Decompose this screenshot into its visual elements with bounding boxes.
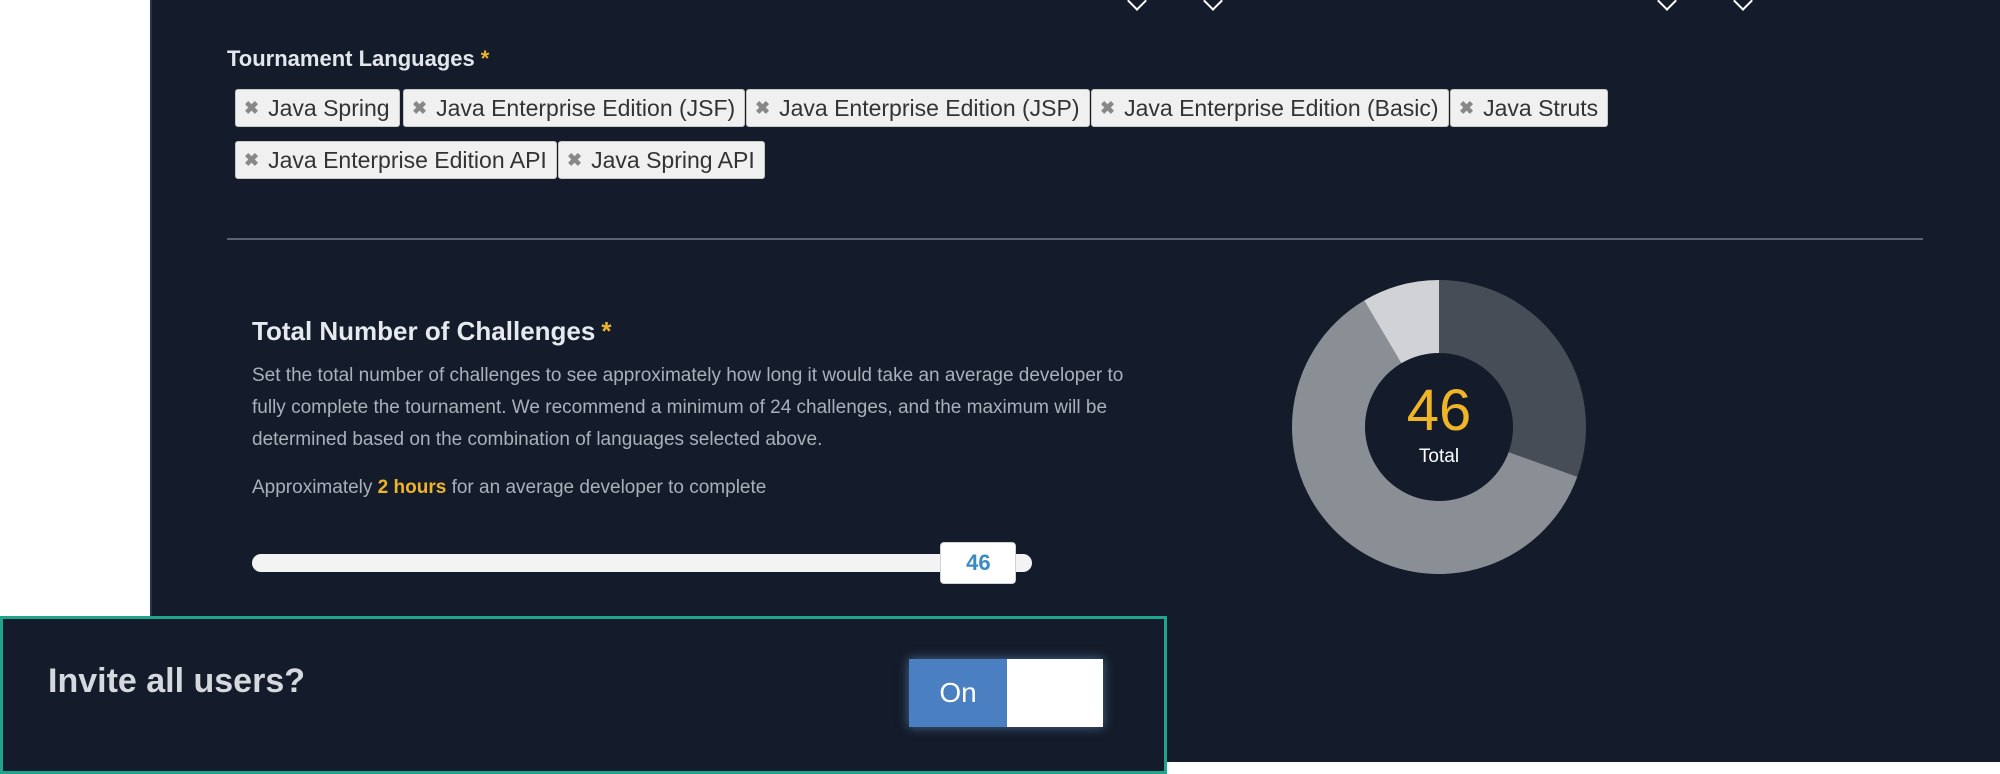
donut-center-value: 46 [1406,378,1472,443]
challenges-slider-track[interactable] [252,554,1032,572]
language-tag[interactable]: ✖ Java Enterprise Edition API [235,141,557,179]
remove-icon[interactable]: ✖ [567,150,582,171]
remove-icon[interactable]: ✖ [244,98,259,119]
chevron-down-icon[interactable] [1203,0,1223,11]
language-tag-label: Java Enterprise Edition (JSF) [436,94,736,121]
estimate-duration: 2 hours [377,477,447,498]
estimate-prefix: Approximately [252,477,373,498]
toggle-off-side[interactable] [1007,659,1103,727]
language-tag[interactable]: ✖ Java Enterprise Edition (Basic) [1091,89,1449,127]
language-tag-label: Java Struts [1483,94,1599,121]
section-divider [227,238,1923,240]
donut-center-label: Total [1418,446,1460,467]
languages-label: Tournament Languages * [227,46,489,72]
challenges-title: Total Number of Challenges * [252,316,611,347]
invite-users-toggle[interactable]: On [909,659,1103,727]
language-tag-label: Java Spring API [591,146,755,173]
challenges-description: Set the total number of challenges to se… [252,365,1124,450]
required-asterisk: * [601,316,612,346]
language-tag-label: Java Spring [268,94,390,121]
remove-icon[interactable]: ✖ [1459,98,1474,119]
invite-users-label: Invite all users? [48,662,305,700]
languages-label-text: Tournament Languages [227,46,475,71]
language-tag[interactable]: ✖ Java Enterprise Edition (JSF) [403,89,746,127]
challenges-title-text: Total Number of Challenges [252,316,596,346]
chevron-down-icon[interactable] [1127,0,1147,11]
language-tag[interactable]: ✖ Java Enterprise Edition (JSP) [746,89,1090,127]
language-tag-label: Java Enterprise Edition API [268,146,547,173]
challenges-slider-handle[interactable]: 46 [940,542,1017,584]
chevron-down-icon[interactable] [1733,0,1753,11]
remove-icon[interactable]: ✖ [755,98,770,119]
toggle-on-label[interactable]: On [909,659,1007,727]
language-tag[interactable]: ✖ Java Spring API [558,141,765,179]
required-asterisk: * [480,46,490,71]
language-tag[interactable]: ✖ Java Spring [235,89,400,127]
chevron-down-icon[interactable] [1657,0,1677,11]
remove-icon[interactable]: ✖ [1100,98,1115,119]
completion-estimate: Approximately 2 hours for an average dev… [252,477,766,499]
language-tag-label: Java Enterprise Edition (Basic) [1124,94,1439,121]
remove-icon[interactable]: ✖ [412,98,427,119]
estimate-suffix: for an average developer to complete [451,477,767,498]
remove-icon[interactable]: ✖ [244,150,259,171]
language-tag[interactable]: ✖ Java Struts [1450,89,1609,127]
language-tag-label: Java Enterprise Edition (JSP) [779,94,1080,121]
